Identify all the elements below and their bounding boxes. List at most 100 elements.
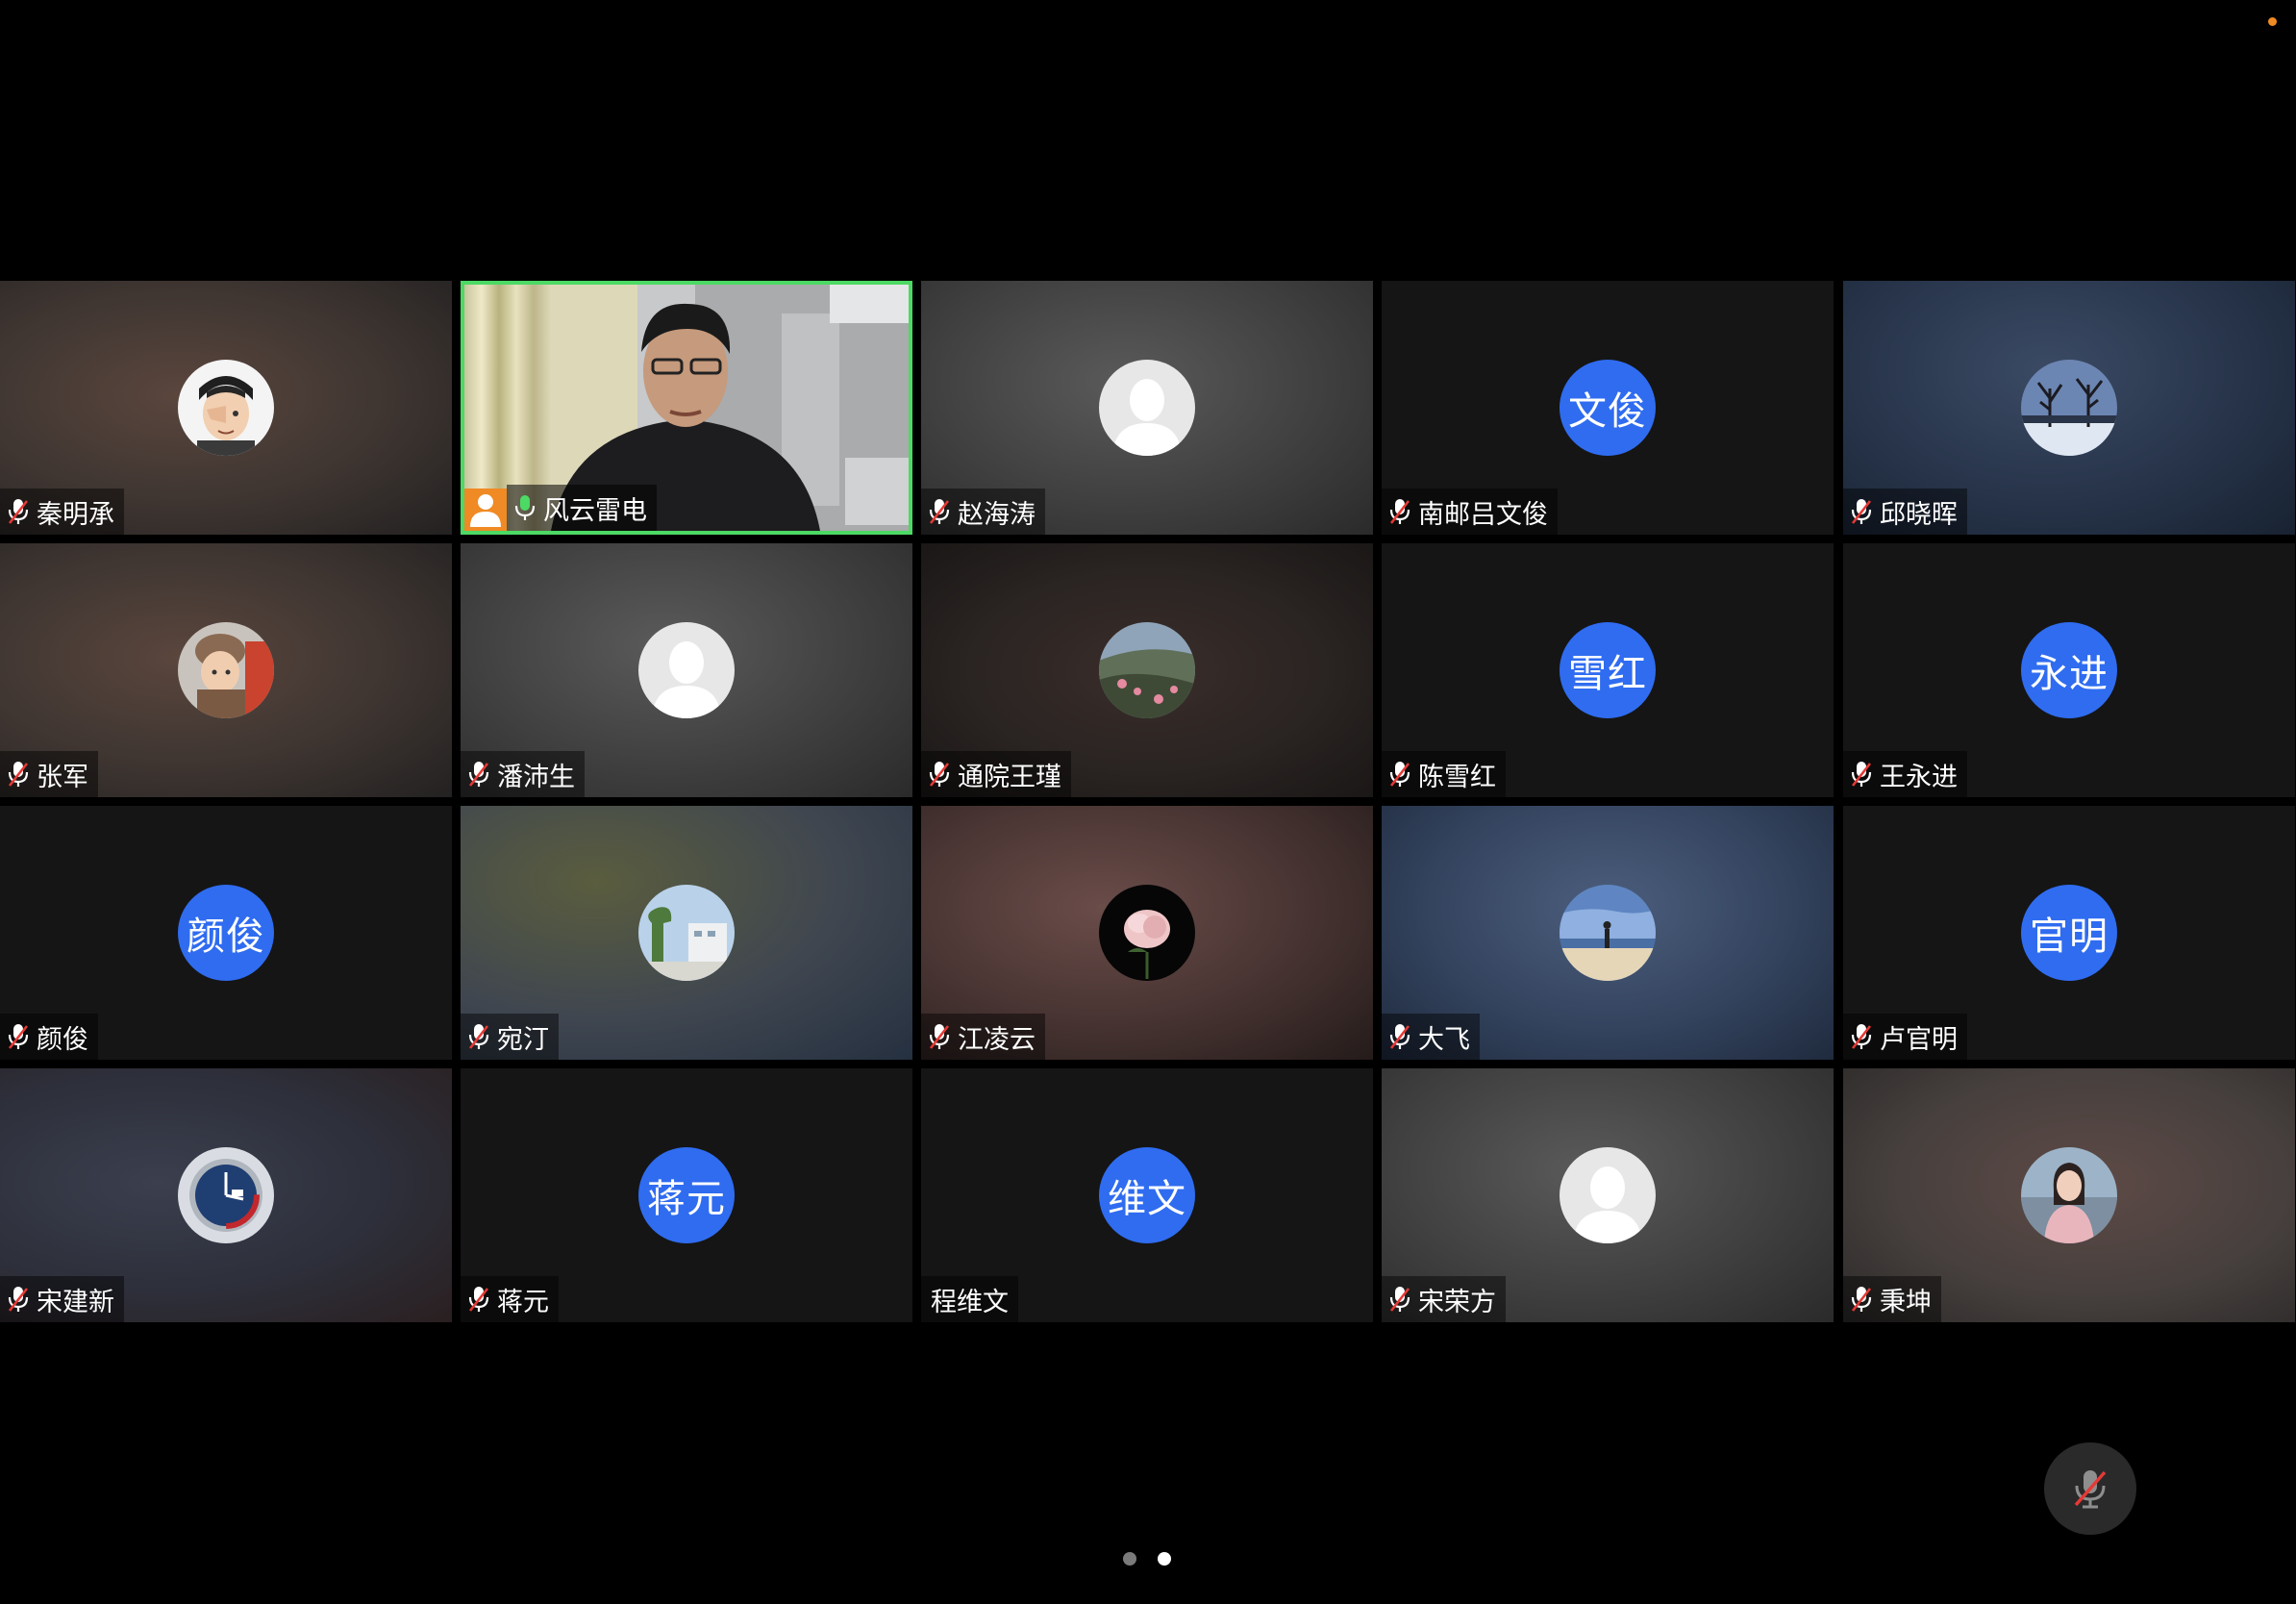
- name-tag: 南邮吕文俊: [1382, 489, 1558, 535]
- name-tag: 大飞: [1382, 1014, 1480, 1060]
- page-dot-1[interactable]: [1123, 1552, 1136, 1566]
- microphone-muted-icon: [1387, 1022, 1412, 1051]
- participant-tile[interactable]: 潘沛生: [461, 543, 912, 797]
- initials-avatar: 维文: [1099, 1147, 1195, 1243]
- participant-tile[interactable]: 大飞: [1382, 806, 1834, 1060]
- participant-tile[interactable]: 文俊 南邮吕文俊: [1382, 281, 1834, 535]
- participant-name: 颜俊: [37, 1024, 88, 1055]
- microphone-muted-icon: [927, 1022, 952, 1051]
- initials-avatar: 永进: [2021, 622, 2117, 718]
- name-tag: 王永进: [1843, 751, 1967, 797]
- microphone-muted-icon: [1849, 760, 1874, 789]
- name-tag: 宋建新: [0, 1276, 124, 1322]
- name-tag: 卢官明: [1843, 1014, 1967, 1060]
- participant-tile[interactable]: 秉坤: [1843, 1068, 2295, 1322]
- participant-tile[interactable]: 通院王瑾: [921, 543, 1373, 797]
- microphone-muted-icon: [6, 760, 31, 789]
- avatar: [2021, 360, 2117, 456]
- participant-tile[interactable]: 颜俊 颜俊: [0, 806, 452, 1060]
- status-indicator-dot: [2268, 17, 2277, 26]
- name-tag: 颜俊: [0, 1014, 98, 1060]
- microphone-muted-icon: [2074, 1470, 2107, 1509]
- name-tag: 宛汀: [461, 1014, 559, 1060]
- participant-name: 潘沛生: [497, 762, 575, 792]
- participant-name: 大飞: [1418, 1024, 1470, 1055]
- default-user-avatar: [1560, 1147, 1656, 1243]
- avatar: [178, 1147, 274, 1243]
- page-dot-2-active[interactable]: [1158, 1552, 1171, 1566]
- mute-microphone-button[interactable]: [2044, 1442, 2136, 1535]
- name-tag: 程维文: [921, 1276, 1018, 1322]
- avatar: [1099, 622, 1195, 718]
- avatar: [2021, 1147, 2117, 1243]
- avatar: [178, 622, 274, 718]
- participant-name: 宋建新: [37, 1287, 114, 1317]
- microphone-muted-icon: [1849, 1285, 1874, 1314]
- participant-tile[interactable]: 官明 卢官明: [1843, 806, 2295, 1060]
- participant-name: 风云雷电: [543, 495, 647, 526]
- microphone-muted-icon: [1849, 1022, 1874, 1051]
- host-badge: [464, 489, 507, 531]
- avatar: [638, 885, 735, 981]
- avatar: [1099, 885, 1195, 981]
- name-tag: 陈雪红: [1382, 751, 1506, 797]
- participant-name: 南邮吕文俊: [1418, 499, 1548, 530]
- name-tag: 赵海涛: [921, 489, 1045, 535]
- default-user-avatar: [638, 622, 735, 718]
- participant-tile[interactable]: 宛汀: [461, 806, 912, 1060]
- microphone-muted-icon: [6, 497, 31, 526]
- participant-name: 蒋元: [497, 1287, 549, 1317]
- initials-avatar: 颜俊: [178, 885, 274, 981]
- name-tag: 宋荣方: [1382, 1276, 1506, 1322]
- microphone-muted-icon: [6, 1022, 31, 1051]
- microphone-muted-icon: [927, 760, 952, 789]
- name-tag: 通院王瑾: [921, 751, 1071, 797]
- participant-name: 秉坤: [1880, 1287, 1932, 1317]
- name-tag: 蒋元: [461, 1276, 559, 1322]
- participant-name: 程维文: [931, 1287, 1009, 1317]
- name-tag: 江凌云: [921, 1014, 1045, 1060]
- name-tag: 秉坤: [1843, 1276, 1941, 1322]
- participant-name: 宛汀: [497, 1024, 549, 1055]
- microphone-muted-icon: [1387, 497, 1412, 526]
- participant-tile-active-speaker[interactable]: 风云雷电: [461, 281, 912, 535]
- participant-name: 江凌云: [958, 1024, 1036, 1055]
- microphone-muted-icon: [927, 497, 952, 526]
- participant-tile[interactable]: 秦明承: [0, 281, 452, 535]
- name-tag: 潘沛生: [461, 751, 585, 797]
- participant-tile[interactable]: 蒋元 蒋元: [461, 1068, 912, 1322]
- initials-avatar: 雪红: [1560, 622, 1656, 718]
- participant-name: 秦明承: [37, 499, 114, 530]
- microphone-icon: [512, 493, 537, 522]
- name-tag: 张军: [0, 751, 98, 797]
- participant-name: 卢官明: [1880, 1024, 1958, 1055]
- participant-name: 通院王瑾: [958, 762, 1061, 792]
- participant-name: 陈雪红: [1418, 762, 1496, 792]
- initials-avatar: 蒋元: [638, 1147, 735, 1243]
- name-tag: 风云雷电: [507, 485, 657, 531]
- microphone-muted-icon: [466, 1285, 491, 1314]
- participant-grid: 秦明承 风云雷电 赵海涛 文俊 南邮吕文俊 邱晓晖 张军 潘沛生 通院王瑾 雪红…: [0, 281, 2296, 1323]
- avatar: [178, 360, 274, 456]
- participant-tile[interactable]: 维文 程维文: [921, 1068, 1373, 1322]
- microphone-muted-icon: [1387, 1285, 1412, 1314]
- microphone-muted-icon: [1849, 497, 1874, 526]
- participant-tile[interactable]: 雪红 陈雪红: [1382, 543, 1834, 797]
- participant-tile[interactable]: 宋建新: [0, 1068, 452, 1322]
- participant-tile[interactable]: 张军: [0, 543, 452, 797]
- person-icon: [470, 494, 501, 527]
- name-tag: 秦明承: [0, 489, 124, 535]
- participant-tile[interactable]: 永进 王永进: [1843, 543, 2295, 797]
- participant-tile[interactable]: 宋荣方: [1382, 1068, 1834, 1322]
- participant-tile[interactable]: 邱晓晖: [1843, 281, 2295, 535]
- participant-tile[interactable]: 江凌云: [921, 806, 1373, 1060]
- page-indicator: [1123, 1552, 1171, 1566]
- microphone-muted-icon: [6, 1285, 31, 1314]
- participant-name: 王永进: [1880, 762, 1958, 792]
- microphone-muted-icon: [466, 1022, 491, 1051]
- participant-tile[interactable]: 赵海涛: [921, 281, 1373, 535]
- participant-name: 宋荣方: [1418, 1287, 1496, 1317]
- participant-name: 赵海涛: [958, 499, 1036, 530]
- participant-name: 张军: [37, 762, 88, 792]
- microphone-muted-icon: [1387, 760, 1412, 789]
